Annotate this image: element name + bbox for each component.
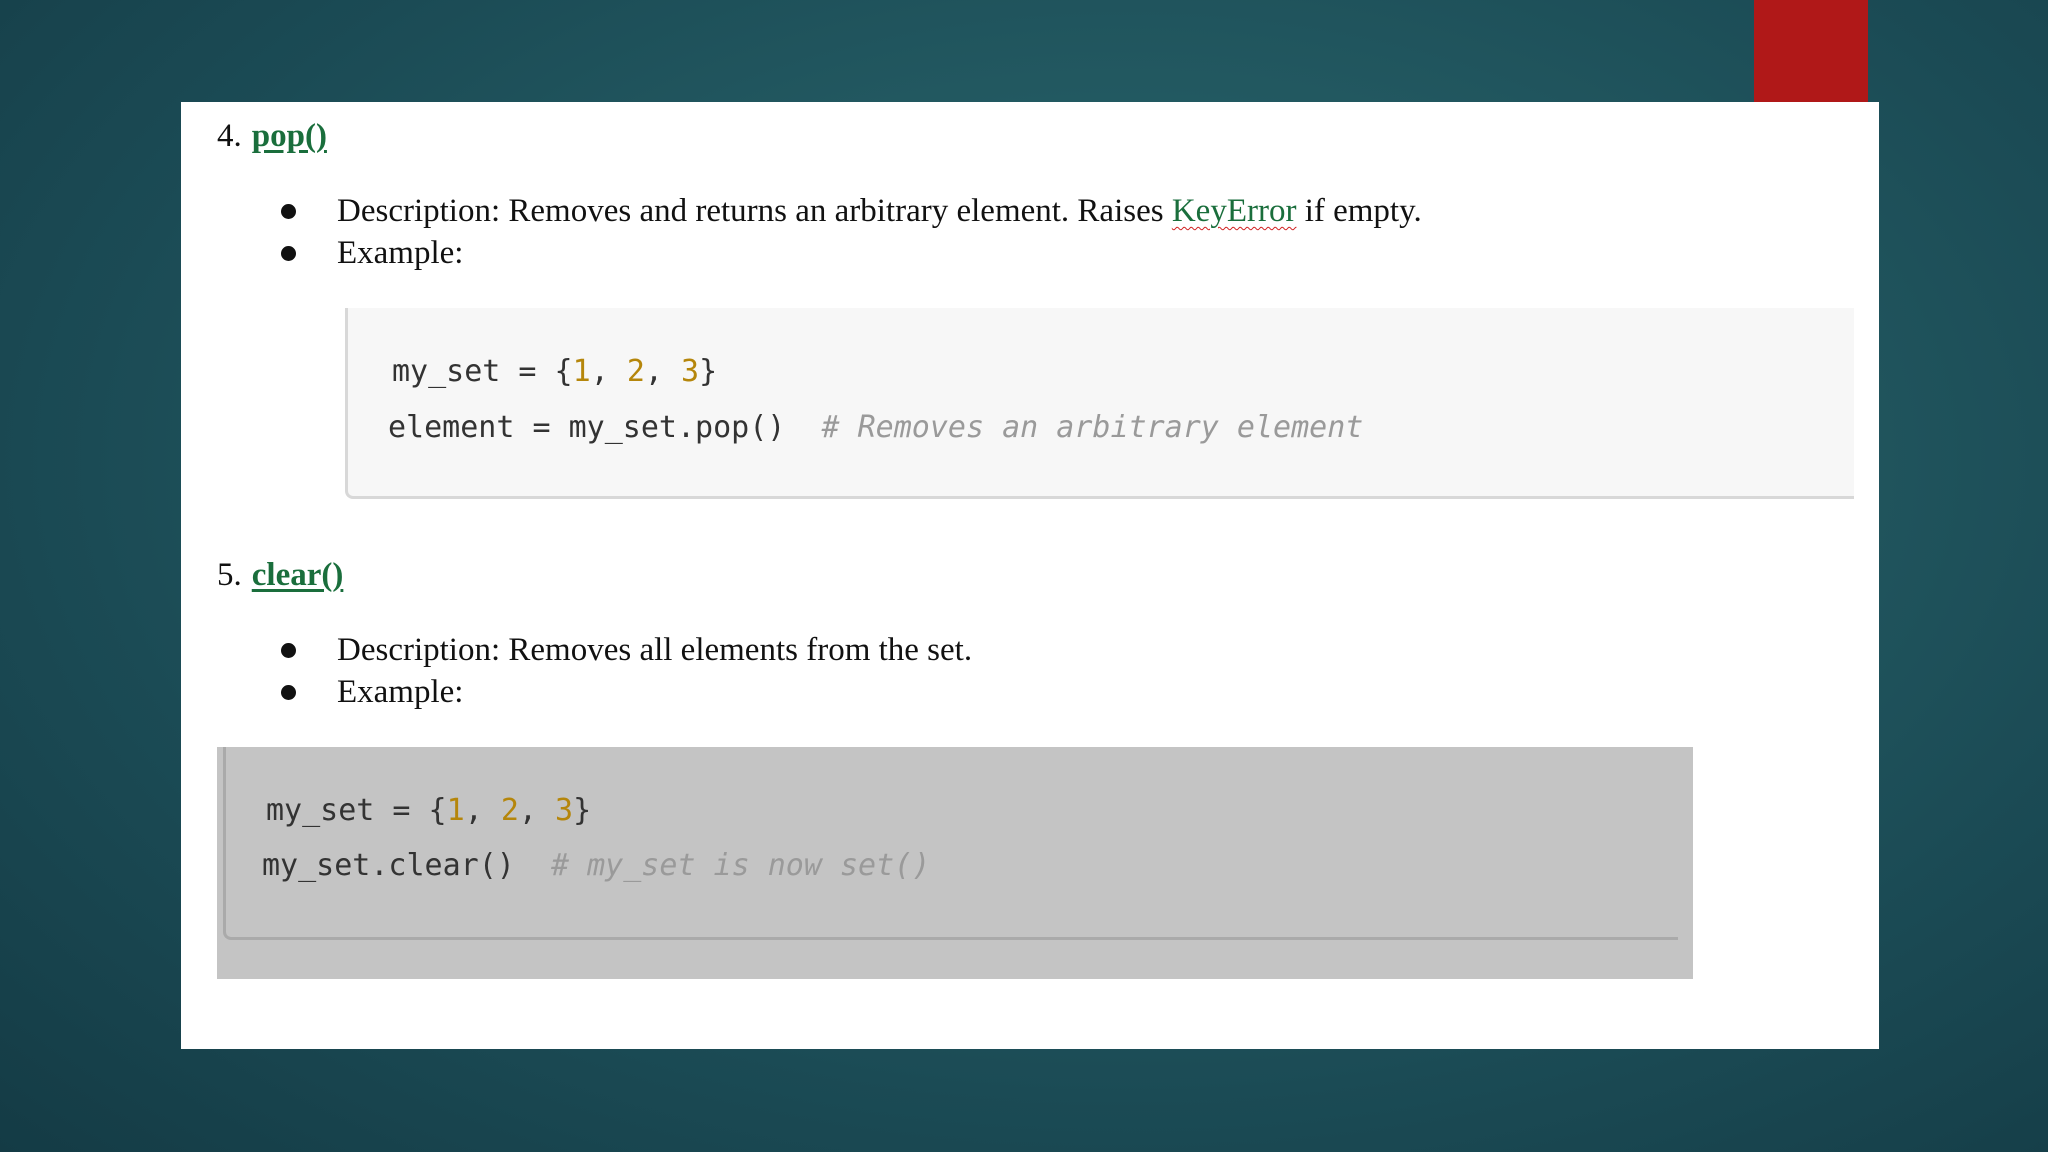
bullet-icon (281, 204, 296, 219)
code-comment: # Removes an arbitrary element (821, 410, 1364, 445)
section-4-example-label: Example: (337, 235, 464, 271)
section-4-number: 4. (217, 118, 242, 154)
section-5-example-label: Example: (337, 674, 464, 710)
bullet-icon (281, 643, 296, 658)
section-5-bullets: Description: Removes all elements from t… (181, 629, 1879, 713)
clear-code-block: my_set = {1, 2, 3} my_set.clear() # my_s… (217, 747, 1693, 979)
slide-content: 4. pop() Description: Removes and returns… (181, 102, 1879, 1049)
accent-bar (1754, 0, 1868, 102)
code-line-1: my_set = {1, 2, 3} (266, 793, 592, 828)
section-4-bullets: Description: Removes and returns an arbi… (181, 190, 1879, 274)
list-item: Example: (181, 671, 1879, 713)
section-5-heading: 5. clear() (217, 557, 343, 594)
pop-code-block: my_set = {1, 2, 3} element = my_set.pop(… (345, 308, 1854, 499)
clear-code-inner: my_set = {1, 2, 3} my_set.clear() # my_s… (223, 747, 1678, 940)
section-5-description: Description: Removes all elements from t… (337, 632, 973, 668)
bullet-icon (281, 246, 296, 261)
list-item: Description: Removes and returns an arbi… (181, 190, 1879, 232)
code-line-1: my_set = {1, 2, 3} (392, 354, 718, 389)
bullet-icon (281, 685, 296, 700)
keyerror-link[interactable]: KeyError (1172, 193, 1297, 229)
list-item: Description: Removes all elements from t… (181, 629, 1879, 671)
section-4-heading: 4. pop() (217, 118, 327, 155)
code-line-2: element = my_set.pop() # Removes an arbi… (388, 410, 1364, 445)
section-5-number: 5. (217, 557, 242, 593)
pop-link[interactable]: pop() (252, 118, 327, 154)
clear-link[interactable]: clear() (252, 557, 344, 593)
list-item: Example: (181, 232, 1879, 274)
section-4-description: Description: Removes and returns an arbi… (337, 193, 1422, 229)
code-line-2: my_set.clear() # my_set is now set() (262, 848, 931, 883)
code-comment: # my_set is now set() (550, 848, 931, 883)
